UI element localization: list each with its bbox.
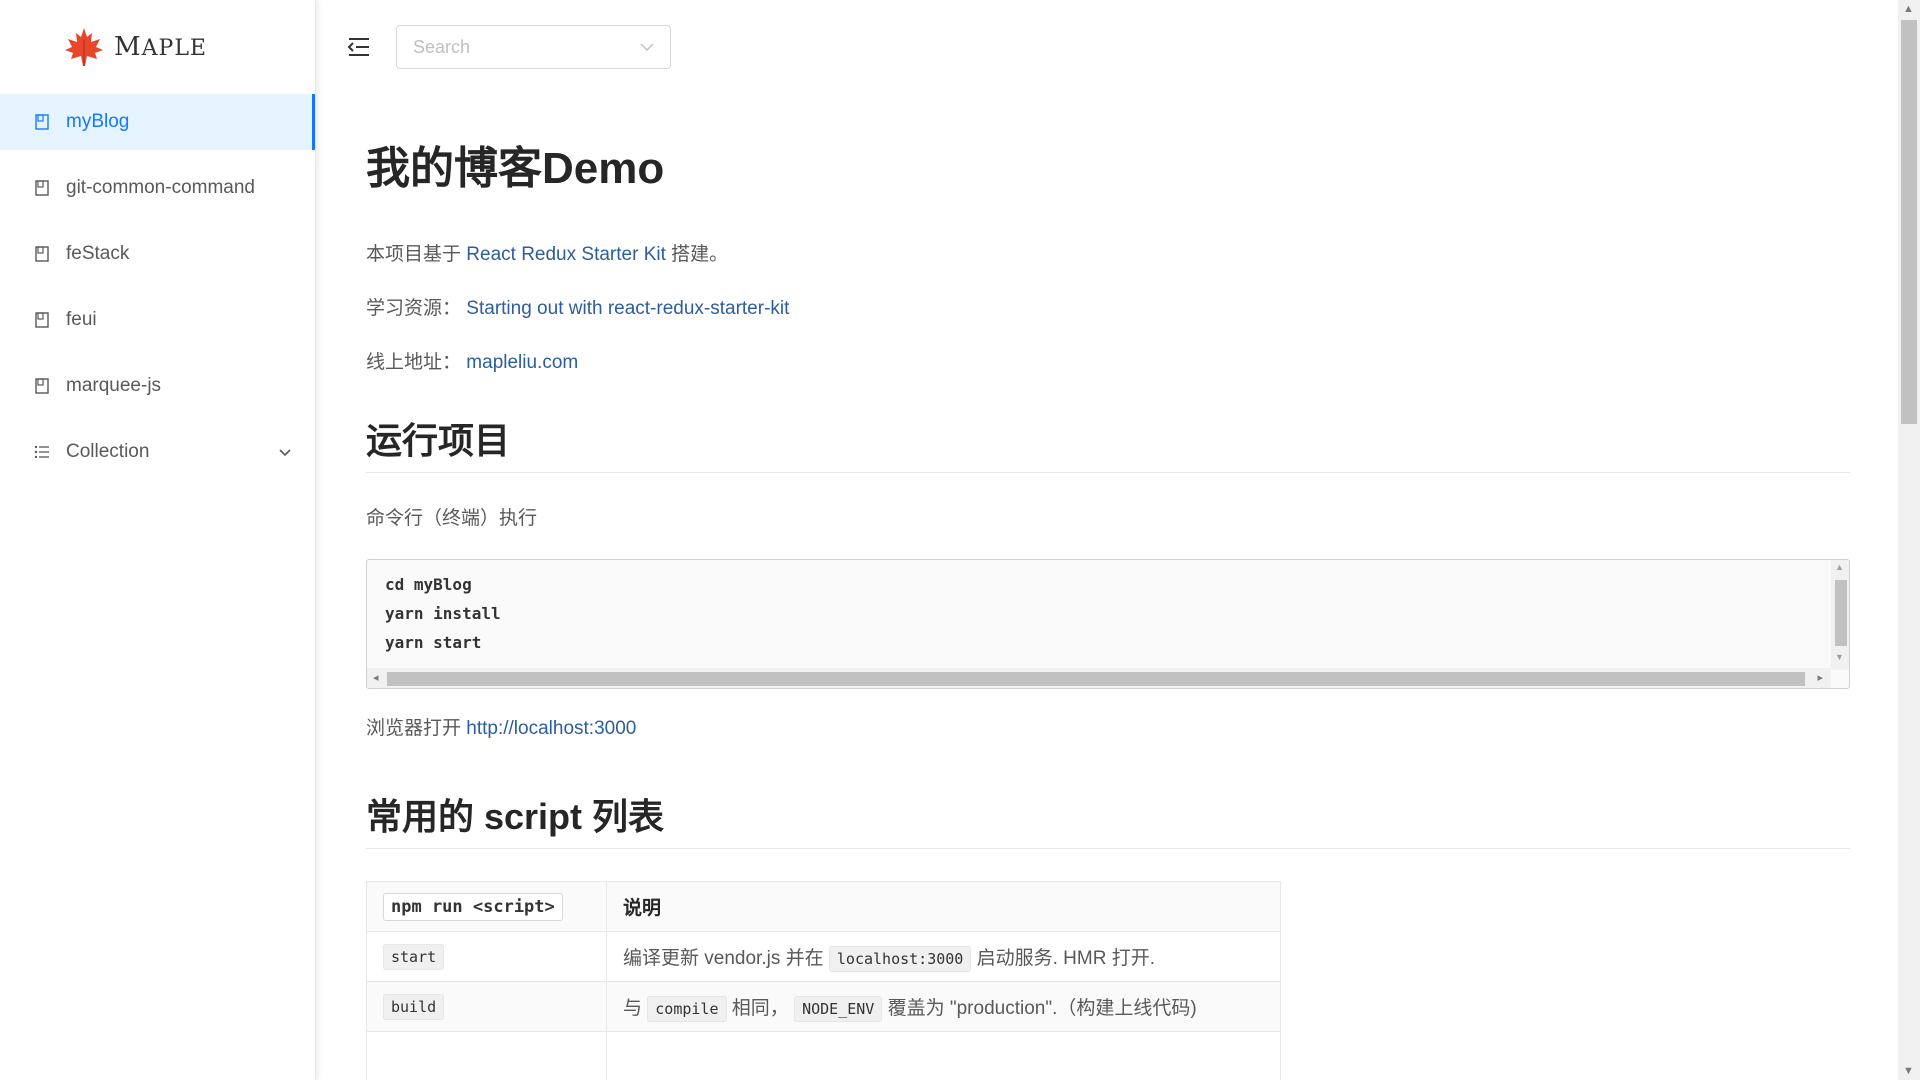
maple-leaf-icon: [65, 28, 103, 66]
inline-code: compile: [647, 996, 727, 1022]
sidebar-menu: myBlog git-common-command feStack feui m…: [0, 94, 315, 480]
cell-text: 编译更新 vendor.js 并在: [623, 948, 829, 969]
browser-prefix: 浏览器打开: [366, 718, 467, 739]
scroll-up-icon[interactable]: ▲: [1835, 562, 1844, 572]
sidebar-item-git-common-command[interactable]: git-common-command: [0, 160, 315, 216]
sidebar-item-label: Collection: [66, 441, 150, 462]
table-row: [366, 1031, 1281, 1080]
sidebar: MAPLE myBlog git-common-command feStack …: [0, 0, 316, 1080]
search-input[interactable]: [413, 36, 613, 58]
sidebar-item-label: git-common-command: [66, 177, 255, 198]
table-row: build 与 compile 相同， NODE_ENV 覆盖为 "produc…: [366, 981, 1281, 1032]
inline-code: NODE_ENV: [794, 996, 883, 1022]
code-horizontal-scrollbar[interactable]: ◂ ▸: [367, 668, 1831, 688]
book-icon: [34, 179, 50, 197]
table-cell: start: [366, 931, 607, 982]
chevron-down-icon: [640, 43, 654, 51]
script-heading: 常用的 script 列表: [366, 791, 1850, 849]
book-icon: [34, 311, 50, 329]
resource-paragraph: 学习资源： Starting out with react-redux-star…: [366, 297, 1850, 321]
sidebar-item-myblog[interactable]: myBlog: [0, 94, 315, 150]
sidebar-item-label: marquee-js: [66, 375, 162, 396]
table-header-cell: 说明: [606, 881, 1281, 932]
table-header-row: npm run <script> 说明: [366, 881, 1281, 932]
mapleliu-link[interactable]: mapleliu.com: [466, 352, 578, 373]
table-cell: [366, 1031, 607, 1080]
table-cell: [606, 1031, 1281, 1080]
scroll-right-icon[interactable]: ▸: [1817, 671, 1823, 684]
code-vertical-scrollbar[interactable]: ▲ ▼: [1831, 560, 1849, 670]
logo-text: MAPLE: [114, 32, 207, 62]
sidebar-item-marquee-js[interactable]: marquee-js: [0, 358, 315, 414]
inline-code: start: [383, 943, 445, 970]
list-icon: [34, 443, 50, 461]
book-icon: [34, 377, 50, 395]
table-header-cell: npm run <script>: [366, 881, 607, 932]
table-row: start 编译更新 vendor.js 并在 localhost:3000 启…: [366, 931, 1281, 982]
page-scrollbar[interactable]: ▲ ▼: [1898, 0, 1920, 1080]
cell-text: 与: [623, 998, 648, 1019]
inline-code: localhost:3000: [828, 946, 972, 972]
page-title: 我的博客Demo: [366, 144, 665, 193]
inline-code: build: [383, 993, 445, 1020]
cell-text: 启动服务. HMR 打开.: [971, 948, 1155, 969]
intro-suffix: 搭建。: [665, 244, 729, 265]
scrollbar-thumb[interactable]: [387, 672, 1805, 686]
code-block[interactable]: cd myBlog yarn install yarn start ▲ ▼ ◂ …: [366, 559, 1850, 689]
code-text: cd myBlog yarn install yarn start: [385, 575, 501, 652]
resource-label: 学习资源：: [366, 298, 462, 319]
top-header: [317, 0, 1898, 94]
book-icon: [34, 113, 50, 131]
search-select[interactable]: [396, 25, 671, 69]
intro-prefix: 本项目基于: [366, 244, 467, 265]
sidebar-item-label: myBlog: [66, 111, 130, 132]
scrollbar-thumb[interactable]: [1901, 20, 1917, 424]
table-cell: 与 compile 相同， NODE_ENV 覆盖为 "production".…: [606, 981, 1281, 1032]
scroll-left-icon[interactable]: ◂: [373, 671, 379, 684]
inline-code: npm run <script>: [383, 892, 563, 921]
scroll-down-icon[interactable]: ▼: [1903, 1065, 1914, 1077]
run-heading: 运行项目: [366, 415, 1850, 473]
react-redux-starter-kit-link[interactable]: React Redux Starter Kit: [466, 244, 666, 265]
cell-text: 覆盖为 "production".（构建上线代码): [882, 998, 1197, 1019]
scrollbar-thumb[interactable]: [1835, 580, 1847, 646]
book-icon: [34, 245, 50, 263]
menu-fold-icon: [347, 38, 369, 56]
sidebar-item-feui[interactable]: feui: [0, 292, 315, 348]
localhost-link[interactable]: http://localhost:3000: [466, 718, 636, 739]
scroll-up-icon[interactable]: ▲: [1903, 3, 1914, 15]
menu-fold-button[interactable]: [344, 32, 374, 62]
online-label: 线上地址：: [366, 352, 462, 373]
table-cell: build: [366, 981, 607, 1032]
online-paragraph: 线上地址： mapleliu.com: [366, 351, 1850, 375]
chevron-down-icon[interactable]: [279, 444, 291, 460]
starting-out-link[interactable]: Starting out with react-redux-starter-ki…: [466, 298, 789, 319]
sidebar-item-label: feui: [66, 309, 97, 330]
sidebar-item-festack[interactable]: feStack: [0, 226, 315, 282]
cell-text: 相同，: [726, 998, 795, 1019]
sidebar-item-label: feStack: [66, 243, 130, 264]
logo[interactable]: MAPLE: [0, 0, 315, 94]
article-content: 我的博客Demo 本项目基于 React Redux Starter Kit 搭…: [366, 94, 1850, 1080]
browser-paragraph: 浏览器打开 http://localhost:3000: [366, 717, 1850, 741]
run-description: 命令行（终端）执行: [366, 508, 538, 529]
sidebar-item-collection[interactable]: Collection: [0, 424, 315, 480]
table-cell: 编译更新 vendor.js 并在 localhost:3000 启动服务. H…: [606, 931, 1281, 982]
intro-paragraph: 本项目基于 React Redux Starter Kit 搭建。: [366, 243, 1850, 267]
script-table: npm run <script> 说明 start 编译更新 vendor.js…: [366, 881, 1281, 1080]
scroll-down-icon[interactable]: ▼: [1835, 652, 1844, 662]
